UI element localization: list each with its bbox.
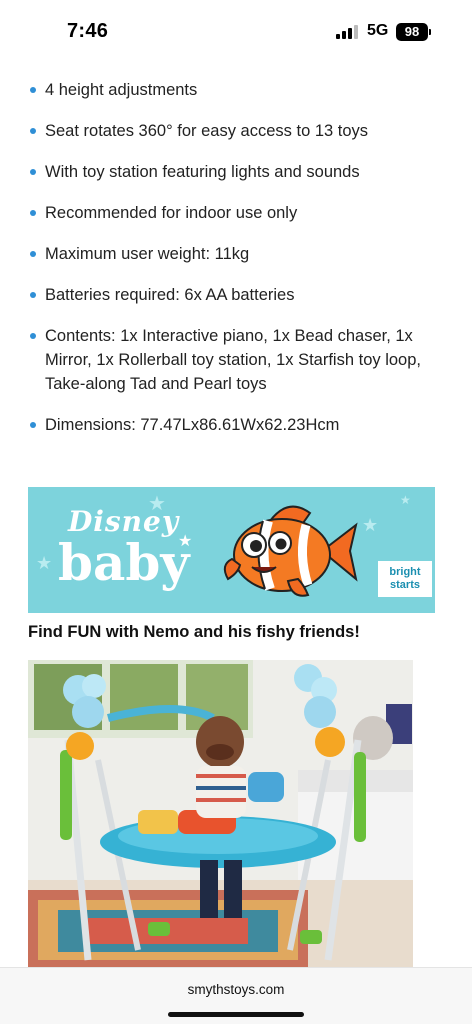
spec-item: Seat rotates 360° for easy access to 13 … <box>28 119 458 143</box>
network-type: 5G <box>367 22 389 39</box>
bright-starts-logo: bright starts <box>378 561 432 597</box>
home-indicator[interactable] <box>168 1012 304 1017</box>
browser-url-bar[interactable]: smythstoys.com <box>0 967 472 1024</box>
battery-icon: 98 <box>396 23 431 41</box>
spec-item: Dimensions: 77.47Lx86.61Wx62.23Hcm <box>28 413 458 437</box>
spec-item: 4 height adjustments <box>28 78 458 102</box>
spec-item: With toy station featuring lights and so… <box>28 160 458 184</box>
brand-line-2: starts <box>390 579 420 591</box>
baby-logo-text: baby <box>58 533 190 592</box>
baby-jumper-illustration <box>28 660 413 967</box>
nemo-fish-icon <box>223 505 358 597</box>
cellular-signal-icon <box>336 25 358 39</box>
star-icon: ★ <box>400 493 411 507</box>
star-icon: ★ <box>362 515 379 535</box>
disney-baby-banner: ★ ★ ★ ★ ★ Disney baby bright starts <box>28 487 435 613</box>
spec-item: Maximum user weight: 11kg <box>28 242 458 266</box>
product-photo <box>28 660 413 967</box>
brand-line-1: bright <box>389 566 421 578</box>
star-icon: ★ <box>36 553 53 573</box>
url-domain[interactable]: smythstoys.com <box>0 982 472 997</box>
status-time: 7:46 <box>67 20 109 42</box>
status-bar: 7:46 5G 98 <box>0 0 472 60</box>
section-headline: Find FUN with Nemo and his fishy friends… <box>28 623 360 641</box>
spec-item: Recommended for indoor use only <box>28 201 458 225</box>
spec-item: Contents: 1x Interactive piano, 1x Bead … <box>28 324 458 396</box>
spec-list: 4 height adjustments Seat rotates 360° f… <box>28 78 458 454</box>
spec-item: Batteries required: 6x AA batteries <box>28 283 458 307</box>
